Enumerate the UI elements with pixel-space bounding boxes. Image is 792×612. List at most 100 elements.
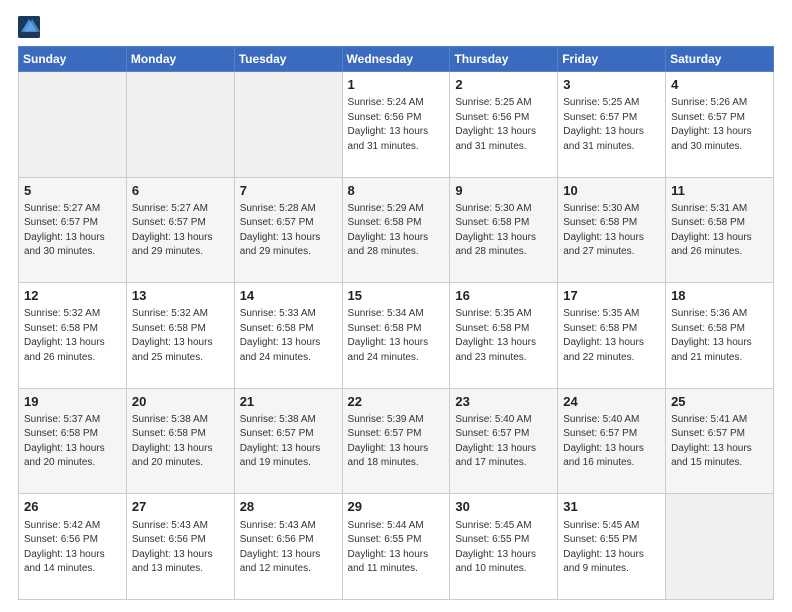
- week-row-3: 12 Sunrise: 5:32 AMSunset: 6:58 PMDayligh…: [19, 283, 774, 389]
- day-info: Sunrise: 5:35 AMSunset: 6:58 PMDaylight:…: [455, 307, 552, 365]
- day-info: Sunrise: 5:44 AMSunset: 6:55 PMDaylight:…: [348, 519, 445, 577]
- day-info: Sunrise: 5:33 AMSunset: 6:58 PMDaylight:…: [240, 307, 337, 365]
- weekday-header-sunday: Sunday: [19, 47, 127, 72]
- day-number: 20: [132, 393, 229, 411]
- day-info: Sunrise: 5:39 AMSunset: 6:57 PMDaylight:…: [348, 413, 445, 471]
- day-info: Sunrise: 5:29 AMSunset: 6:58 PMDaylight:…: [348, 202, 445, 260]
- calendar-cell: 10Sunrise: 5:30 AMSunset: 6:58 PMDayligh…: [558, 177, 666, 283]
- calendar-cell: 14 Sunrise: 5:33 AMSunset: 6:58 PMDayligh…: [234, 283, 342, 389]
- header: [18, 16, 774, 38]
- day-info: Sunrise: 5:40 AMSunset: 6:57 PMDaylight:…: [563, 413, 660, 471]
- calendar-cell: 3 Sunrise: 5:25 AMSunset: 6:57 PMDaylight…: [558, 72, 666, 178]
- calendar-header: SundayMondayTuesdayWednesdayThursdayFrid…: [19, 47, 774, 72]
- calendar-cell: 23 Sunrise: 5:40 AMSunset: 6:57 PMDayligh…: [450, 388, 558, 494]
- day-info: Sunrise: 5:25 AMSunset: 6:56 PMDaylight:…: [455, 96, 552, 154]
- calendar-cell: 19 Sunrise: 5:37 AMSunset: 6:58 PMDayligh…: [19, 388, 127, 494]
- calendar-cell: 12 Sunrise: 5:32 AMSunset: 6:58 PMDayligh…: [19, 283, 127, 389]
- day-number: 7: [240, 182, 337, 200]
- day-number: 13: [132, 287, 229, 305]
- day-number: 12: [24, 287, 121, 305]
- day-info: Sunrise: 5:27 AMSunset: 6:57 PMDaylight:…: [132, 202, 229, 260]
- day-info: Sunrise: 5:45 AMSunset: 6:55 PMDaylight:…: [455, 519, 552, 577]
- calendar-cell: 2 Sunrise: 5:25 AMSunset: 6:56 PMDaylight…: [450, 72, 558, 178]
- week-row-5: 26Sunrise: 5:42 AMSunset: 6:56 PMDayligh…: [19, 494, 774, 600]
- calendar-cell: 29Sunrise: 5:44 AMSunset: 6:55 PMDayligh…: [342, 494, 450, 600]
- weekday-header-monday: Monday: [126, 47, 234, 72]
- weekday-header-wednesday: Wednesday: [342, 47, 450, 72]
- day-info: Sunrise: 5:43 AMSunset: 6:56 PMDaylight:…: [240, 519, 337, 577]
- calendar-cell: 17 Sunrise: 5:35 AMSunset: 6:58 PMDayligh…: [558, 283, 666, 389]
- calendar-cell: 13 Sunrise: 5:32 AMSunset: 6:58 PMDayligh…: [126, 283, 234, 389]
- calendar-cell: 24 Sunrise: 5:40 AMSunset: 6:57 PMDayligh…: [558, 388, 666, 494]
- day-info: Sunrise: 5:31 AMSunset: 6:58 PMDaylight:…: [671, 202, 768, 260]
- week-row-1: 1 Sunrise: 5:24 AMSunset: 6:56 PMDaylight…: [19, 72, 774, 178]
- day-number: 8: [348, 182, 445, 200]
- day-info: Sunrise: 5:40 AMSunset: 6:57 PMDaylight:…: [455, 413, 552, 471]
- day-info: Sunrise: 5:30 AMSunset: 6:58 PMDaylight:…: [455, 202, 552, 260]
- page: SundayMondayTuesdayWednesdayThursdayFrid…: [0, 0, 792, 612]
- day-info: Sunrise: 5:27 AMSunset: 6:57 PMDaylight:…: [24, 202, 121, 260]
- calendar-body: 1 Sunrise: 5:24 AMSunset: 6:56 PMDaylight…: [19, 72, 774, 600]
- calendar-cell: 26Sunrise: 5:42 AMSunset: 6:56 PMDayligh…: [19, 494, 127, 600]
- day-info: Sunrise: 5:32 AMSunset: 6:58 PMDaylight:…: [132, 307, 229, 365]
- calendar-cell: 15Sunrise: 5:34 AMSunset: 6:58 PMDayligh…: [342, 283, 450, 389]
- day-number: 28: [240, 498, 337, 516]
- calendar-cell: 8 Sunrise: 5:29 AMSunset: 6:58 PMDaylight…: [342, 177, 450, 283]
- calendar-cell: 28 Sunrise: 5:43 AMSunset: 6:56 PMDayligh…: [234, 494, 342, 600]
- calendar-cell: 18 Sunrise: 5:36 AMSunset: 6:58 PMDayligh…: [666, 283, 774, 389]
- calendar-cell: 21 Sunrise: 5:38 AMSunset: 6:57 PMDayligh…: [234, 388, 342, 494]
- day-info: Sunrise: 5:43 AMSunset: 6:56 PMDaylight:…: [132, 519, 229, 577]
- day-number: 3: [563, 76, 660, 94]
- calendar-cell: 5 Sunrise: 5:27 AMSunset: 6:57 PMDaylight…: [19, 177, 127, 283]
- calendar-cell: 31 Sunrise: 5:45 AMSunset: 6:55 PMDayligh…: [558, 494, 666, 600]
- day-number: 27: [132, 498, 229, 516]
- weekday-header-friday: Friday: [558, 47, 666, 72]
- calendar-cell: [19, 72, 127, 178]
- day-number: 19: [24, 393, 121, 411]
- day-number: 18: [671, 287, 768, 305]
- calendar-cell: 11 Sunrise: 5:31 AMSunset: 6:58 PMDayligh…: [666, 177, 774, 283]
- day-info: Sunrise: 5:25 AMSunset: 6:57 PMDaylight:…: [563, 96, 660, 154]
- day-number: 5: [24, 182, 121, 200]
- week-row-4: 19 Sunrise: 5:37 AMSunset: 6:58 PMDayligh…: [19, 388, 774, 494]
- day-number: 23: [455, 393, 552, 411]
- day-info: Sunrise: 5:32 AMSunset: 6:58 PMDaylight:…: [24, 307, 121, 365]
- day-info: Sunrise: 5:28 AMSunset: 6:57 PMDaylight:…: [240, 202, 337, 260]
- day-number: 16: [455, 287, 552, 305]
- day-number: 24: [563, 393, 660, 411]
- day-info: Sunrise: 5:38 AMSunset: 6:58 PMDaylight:…: [132, 413, 229, 471]
- day-number: 11: [671, 182, 768, 200]
- day-number: 31: [563, 498, 660, 516]
- day-number: 4: [671, 76, 768, 94]
- day-info: Sunrise: 5:35 AMSunset: 6:58 PMDaylight:…: [563, 307, 660, 365]
- calendar-cell: 22Sunrise: 5:39 AMSunset: 6:57 PMDayligh…: [342, 388, 450, 494]
- calendar-cell: 16 Sunrise: 5:35 AMSunset: 6:58 PMDayligh…: [450, 283, 558, 389]
- day-number: 6: [132, 182, 229, 200]
- logo-icon: [18, 16, 40, 38]
- day-info: Sunrise: 5:30 AMSunset: 6:58 PMDaylight:…: [563, 202, 660, 260]
- day-info: Sunrise: 5:24 AMSunset: 6:56 PMDaylight:…: [348, 96, 445, 154]
- day-info: Sunrise: 5:26 AMSunset: 6:57 PMDaylight:…: [671, 96, 768, 154]
- day-info: Sunrise: 5:37 AMSunset: 6:58 PMDaylight:…: [24, 413, 121, 471]
- day-number: 14: [240, 287, 337, 305]
- day-number: 21: [240, 393, 337, 411]
- calendar-cell: 7 Sunrise: 5:28 AMSunset: 6:57 PMDaylight…: [234, 177, 342, 283]
- day-number: 1: [348, 76, 445, 94]
- weekday-header-row: SundayMondayTuesdayWednesdayThursdayFrid…: [19, 47, 774, 72]
- calendar-cell: 27 Sunrise: 5:43 AMSunset: 6:56 PMDayligh…: [126, 494, 234, 600]
- calendar-cell: [234, 72, 342, 178]
- calendar-cell: 9 Sunrise: 5:30 AMSunset: 6:58 PMDaylight…: [450, 177, 558, 283]
- day-info: Sunrise: 5:41 AMSunset: 6:57 PMDaylight:…: [671, 413, 768, 471]
- calendar-cell: 6 Sunrise: 5:27 AMSunset: 6:57 PMDaylight…: [126, 177, 234, 283]
- day-number: 17: [563, 287, 660, 305]
- day-info: Sunrise: 5:38 AMSunset: 6:57 PMDaylight:…: [240, 413, 337, 471]
- day-number: 26: [24, 498, 121, 516]
- weekday-header-tuesday: Tuesday: [234, 47, 342, 72]
- day-info: Sunrise: 5:45 AMSunset: 6:55 PMDaylight:…: [563, 519, 660, 577]
- calendar-cell: [666, 494, 774, 600]
- day-info: Sunrise: 5:36 AMSunset: 6:58 PMDaylight:…: [671, 307, 768, 365]
- calendar-cell: [126, 72, 234, 178]
- weekday-header-saturday: Saturday: [666, 47, 774, 72]
- day-number: 9: [455, 182, 552, 200]
- day-number: 2: [455, 76, 552, 94]
